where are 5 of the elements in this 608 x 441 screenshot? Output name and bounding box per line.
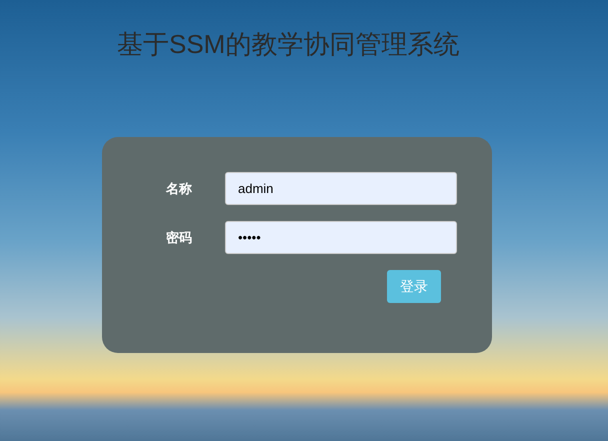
page-title: 基于SSM的教学协同管理系统 — [117, 28, 460, 60]
field-label: 密码 — [165, 228, 193, 247]
input-field[interactable]: admin — [225, 172, 457, 205]
input-field[interactable]: ••••• — [225, 221, 457, 254]
field-label: 名称 — [164, 180, 193, 198]
